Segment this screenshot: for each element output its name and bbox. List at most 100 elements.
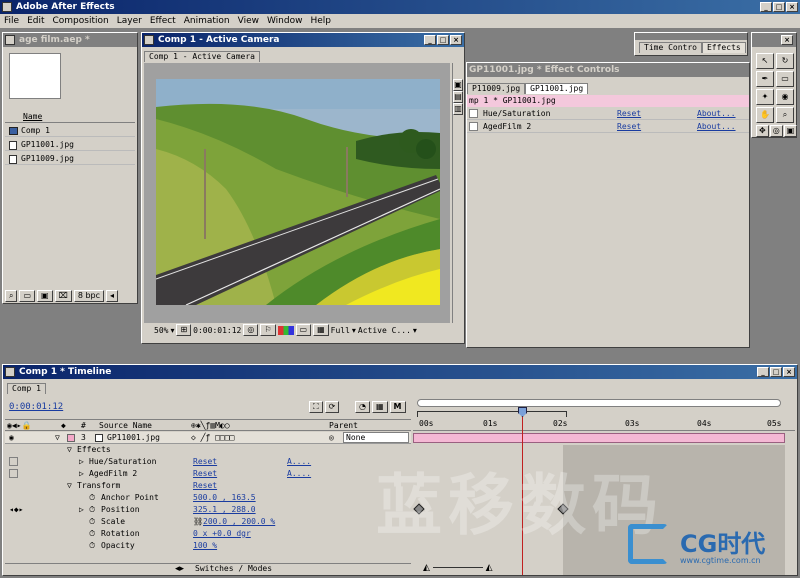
- effect-row-agedfilm[interactable]: AgedFilm 2 Reset About...: [467, 121, 749, 133]
- tab-comp-active-camera[interactable]: Comp 1 - Active Camera: [144, 51, 260, 62]
- work-area-bar[interactable]: [417, 399, 781, 407]
- switches-modes-toggle[interactable]: Switches / Modes: [195, 564, 272, 573]
- ruler[interactable]: 00s 01s 02s 03s 04s 05s: [413, 419, 795, 431]
- zoom-in-icon[interactable]: ◭: [486, 563, 493, 573]
- comp-marker-icon[interactable]: ⛶: [309, 401, 323, 413]
- tab-effects[interactable]: Effects: [701, 42, 746, 53]
- position-value[interactable]: 325.1 , 288.0: [193, 504, 256, 516]
- time-navigator[interactable]: [417, 411, 567, 417]
- list-item[interactable]: GP11009.jpg: [5, 153, 135, 165]
- menu-composition[interactable]: Composition: [53, 14, 109, 28]
- list-item[interactable]: GP11001.jpg: [5, 139, 135, 151]
- frame-blend-icon[interactable]: ▦: [371, 401, 388, 413]
- about-link[interactable]: About...: [697, 108, 736, 119]
- comp-time-display[interactable]: 0:00:01:12: [193, 326, 241, 335]
- expand-arrow-icon[interactable]: ▽: [55, 432, 60, 443]
- tab-comp-1[interactable]: Comp 1: [7, 383, 46, 394]
- table-row[interactable]: ◉ ▽ 3 GP11001.jpg ◇ ╱ƒ □□□□ ◎ None: [5, 432, 411, 444]
- stopwatch-icon[interactable]: ⏱: [89, 528, 95, 540]
- menu-effect[interactable]: Effect: [150, 14, 176, 28]
- reset-link[interactable]: Reset: [193, 480, 217, 492]
- hand-tool-icon[interactable]: ✋: [756, 107, 774, 123]
- resolution-dropdown[interactable]: Full: [331, 326, 350, 335]
- chevron-down-icon[interactable]: ▾: [352, 326, 356, 335]
- camera-view-dropdown[interactable]: Active C...: [358, 326, 411, 335]
- comp-maximize-button[interactable]: □: [437, 35, 449, 45]
- layer-switches[interactable]: ◇ ╱ƒ □□□□: [191, 432, 234, 443]
- rotate-tool-icon[interactable]: ↻: [776, 53, 794, 69]
- mask-tool-icon[interactable]: ▭: [776, 71, 794, 87]
- stopwatch-icon[interactable]: ⏱: [89, 516, 95, 528]
- effects-group-row[interactable]: ▽ Effects: [5, 444, 411, 456]
- maximize-button[interactable]: □: [773, 2, 785, 12]
- anchor-point-value[interactable]: 500.0 , 163.5: [193, 492, 256, 504]
- new-folder-icon[interactable]: ▭: [19, 289, 36, 302]
- collapse-arrow-icon[interactable]: ▷: [79, 468, 84, 480]
- rotation-value[interactable]: 0 x +0.0 dgr: [193, 528, 251, 540]
- about-link[interactable]: About...: [697, 121, 736, 132]
- col-parent[interactable]: Parent: [329, 420, 358, 430]
- axis-world-icon[interactable]: ◎: [769, 125, 783, 137]
- tab-time-controls[interactable]: Time Contro: [639, 42, 702, 53]
- pickwhip-icon[interactable]: ◎: [329, 432, 334, 443]
- show-snapshot-icon[interactable]: ⚐: [260, 324, 276, 336]
- reset-link[interactable]: Reset: [193, 468, 217, 480]
- keyframe-nav-icon[interactable]: ◂◆▸: [9, 504, 23, 516]
- effect-toggle-checkbox[interactable]: [469, 122, 478, 131]
- expand-arrow-icon[interactable]: ▽: [67, 480, 72, 492]
- tools-close-button[interactable]: ×: [781, 35, 793, 45]
- effect-toggle-checkbox[interactable]: [9, 457, 18, 466]
- timeline-minimize-button[interactable]: _: [757, 367, 769, 377]
- parent-dropdown[interactable]: None: [343, 432, 409, 443]
- shy-icon[interactable]: ◔: [355, 401, 370, 413]
- col-source-name[interactable]: Source Name: [99, 420, 152, 430]
- scale-row[interactable]: ⏱ Scale ⛓ 200.0 , 200.0 %: [5, 516, 411, 528]
- rotation-row[interactable]: ⏱ Rotation 0 x +0.0 dgr: [5, 528, 411, 540]
- zoom-out-icon[interactable]: ◭: [423, 563, 430, 573]
- comp-side-icon-2[interactable]: ▤: [453, 91, 463, 103]
- comp-side-icon-3[interactable]: ▥: [453, 103, 463, 115]
- eye-icon[interactable]: ◉: [9, 432, 14, 443]
- scroll-arrows-icon[interactable]: ◂▸: [175, 564, 184, 574]
- agedfilm-row[interactable]: ▷ AgedFilm 2 Reset A....: [5, 468, 411, 480]
- camera-tool-icon[interactable]: ◉: [776, 89, 794, 105]
- effect-toggle-checkbox[interactable]: [469, 109, 478, 118]
- zoom-dropdown[interactable]: 50%: [144, 326, 168, 335]
- opacity-row[interactable]: ⏱ Opacity 100 %: [5, 540, 411, 552]
- layer-name[interactable]: GP11001.jpg: [107, 432, 160, 443]
- timeline-close-button[interactable]: ×: [783, 367, 795, 377]
- comp-scroll-right[interactable]: ▣ ▤ ▥: [452, 63, 463, 323]
- layer-label-color[interactable]: [67, 434, 75, 442]
- menu-help[interactable]: Help: [310, 14, 331, 28]
- comp-minimize-button[interactable]: _: [424, 35, 436, 45]
- about-link[interactable]: A....: [287, 456, 311, 468]
- about-link[interactable]: A....: [287, 468, 311, 480]
- menu-animation[interactable]: Animation: [184, 14, 230, 28]
- transform-group-row[interactable]: ▽ Transform Reset: [5, 480, 411, 492]
- menu-window[interactable]: Window: [267, 14, 303, 28]
- new-comp-icon[interactable]: ▣: [37, 289, 53, 302]
- chevron-down-icon[interactable]: ▾: [413, 326, 417, 335]
- tab-gp11009[interactable]: P11009.jpg: [467, 83, 526, 94]
- motion-blur-icon[interactable]: M: [389, 401, 406, 413]
- axis-view-icon[interactable]: ▣: [783, 125, 798, 137]
- pan-behind-icon[interactable]: ✦: [756, 89, 774, 105]
- stopwatch-icon[interactable]: ⏱: [89, 492, 95, 504]
- hue-saturation-row[interactable]: ▷ Hue/Saturation Reset A....: [5, 456, 411, 468]
- reset-link[interactable]: Reset: [617, 108, 641, 119]
- position-row[interactable]: ◂◆▸ ▷ ⏱ Position 325.1 , 288.0: [5, 504, 411, 516]
- rgb-channels-icon[interactable]: [277, 325, 294, 335]
- menu-edit[interactable]: Edit: [27, 14, 44, 28]
- close-button[interactable]: ×: [786, 2, 798, 12]
- expand-arrow-icon[interactable]: ▽: [67, 444, 72, 456]
- reset-link[interactable]: Reset: [193, 456, 217, 468]
- timeline-current-time[interactable]: 0:00:01:12: [9, 402, 63, 412]
- scroll-left-icon[interactable]: ◂: [106, 289, 119, 302]
- region-icon[interactable]: ⊞: [176, 324, 192, 336]
- opacity-value[interactable]: 100 %: [193, 540, 217, 552]
- effect-toggle-checkbox[interactable]: [9, 469, 18, 478]
- menu-layer[interactable]: Layer: [117, 14, 142, 28]
- snapshot-icon[interactable]: ◎: [243, 324, 259, 336]
- layer-duration-bar[interactable]: [413, 433, 785, 443]
- scale-value[interactable]: 200.0 , 200.0 %: [203, 516, 275, 528]
